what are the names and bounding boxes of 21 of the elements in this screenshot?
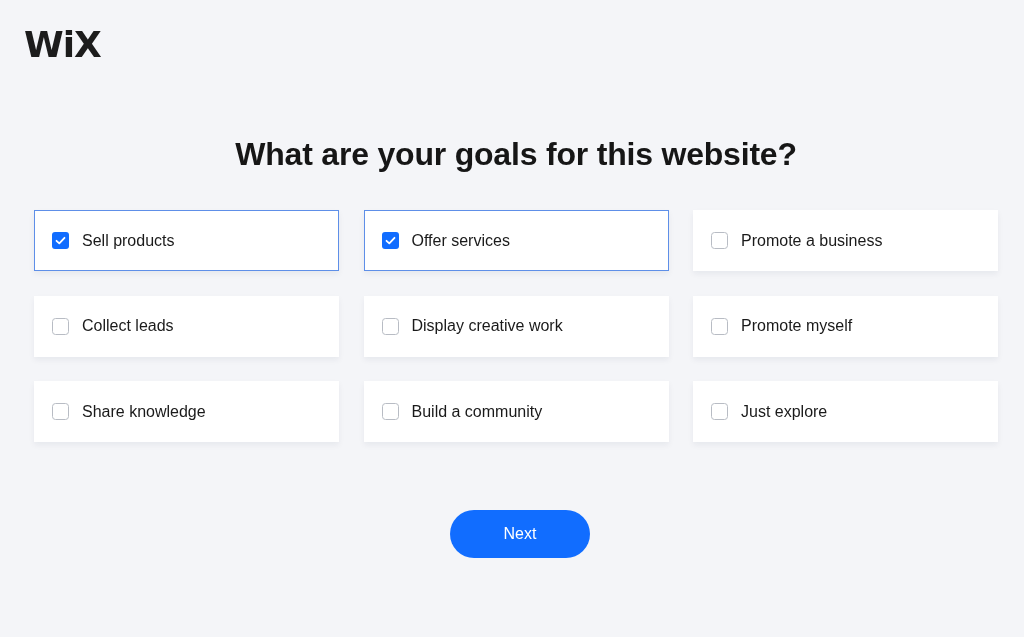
checkbox-icon[interactable] (381, 403, 399, 420)
goal-option[interactable]: Just explore (693, 381, 998, 442)
goal-option[interactable]: Sell products (34, 210, 339, 271)
checkbox-checked-icon[interactable] (52, 232, 69, 249)
goal-option[interactable]: Promote a business (693, 210, 998, 271)
page-heading: What are your goals for this website? (235, 135, 797, 174)
goal-option[interactable]: Promote myself (693, 295, 998, 357)
goal-option[interactable]: Share knowledge (34, 381, 339, 442)
checkbox-icon[interactable] (52, 317, 69, 335)
checkbox-checked-icon[interactable] (381, 232, 399, 249)
checkbox-icon[interactable] (711, 317, 728, 335)
checkbox-icon[interactable] (381, 317, 399, 335)
goal-option[interactable]: Offer services (363, 210, 669, 271)
checkbox-icon[interactable] (711, 232, 728, 249)
goal-option[interactable]: Build a community (363, 381, 669, 442)
next-button[interactable]: Next (450, 510, 590, 558)
checkbox-icon[interactable] (52, 403, 69, 420)
goal-option[interactable]: Display creative work (363, 295, 669, 357)
goal-option[interactable]: Collect leads (34, 295, 339, 357)
checkbox-icon[interactable] (711, 403, 728, 420)
logo: WiX (24, 24, 101, 66)
